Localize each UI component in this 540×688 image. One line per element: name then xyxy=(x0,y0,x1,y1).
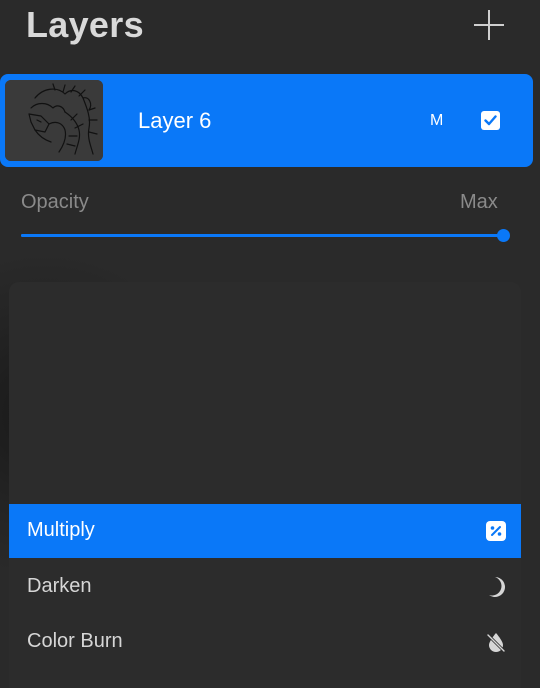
moon-icon xyxy=(485,576,507,598)
opacity-slider-track[interactable] xyxy=(21,234,503,237)
blend-mode-label: Multiply xyxy=(27,519,95,541)
blend-mode-indicator[interactable]: M xyxy=(430,112,443,130)
layers-panel: Layers Layer 6 M Opacity Max Multiply Da… xyxy=(0,0,540,688)
plus-icon[interactable] xyxy=(472,8,506,42)
blend-mode-multiply[interactable]: Multiply xyxy=(9,504,521,558)
layer-thumbnail[interactable] xyxy=(5,80,103,161)
layer-name[interactable]: Layer 6 xyxy=(138,108,211,134)
burn-drop-icon xyxy=(485,631,507,653)
blend-mode-label: Color Burn xyxy=(27,630,123,652)
opacity-slider-fill xyxy=(21,234,503,237)
panel-title: Layers xyxy=(26,4,144,45)
layer-row[interactable]: Layer 6 M xyxy=(0,74,533,167)
opacity-value: Max xyxy=(460,191,498,213)
opacity-label: Opacity xyxy=(21,191,89,213)
dragon-sketch-icon xyxy=(5,80,103,161)
blend-mode-darken[interactable]: Darken xyxy=(9,560,521,614)
blend-mode-list: Multiply Darken Color Burn xyxy=(9,282,521,688)
multiply-icon xyxy=(485,520,507,542)
checkmark-icon xyxy=(484,115,497,126)
blend-mode-label: Darken xyxy=(27,575,92,597)
blend-mode-color-burn[interactable]: Color Burn xyxy=(9,615,521,669)
opacity-slider-knob[interactable] xyxy=(496,229,510,242)
visibility-checkbox[interactable] xyxy=(481,111,500,130)
